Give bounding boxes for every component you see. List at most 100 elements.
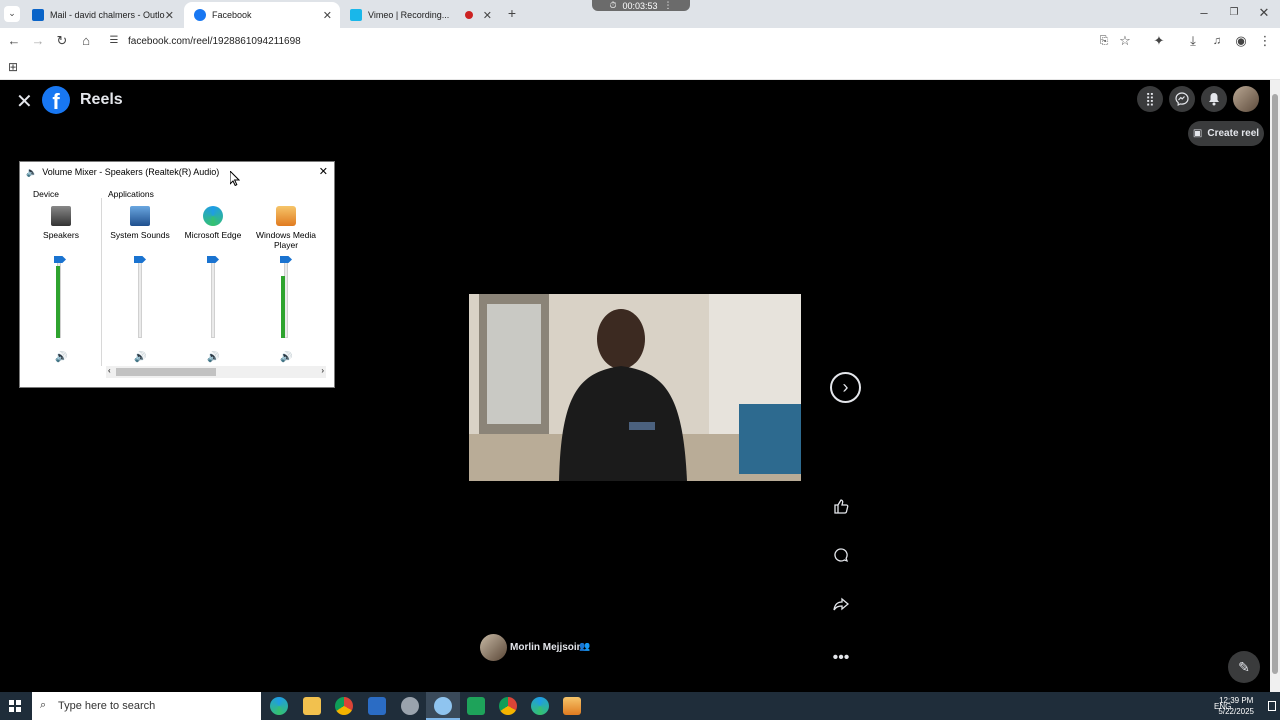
mixer-title: Volume Mixer - Speakers (Realtek(R) Audi… [42, 167, 220, 177]
clock-time: 12:39 PM [1219, 696, 1254, 705]
page-scrollbar[interactable] [1270, 80, 1280, 692]
spreadsheet-app-icon[interactable] [467, 697, 485, 715]
tab-outlook[interactable]: Mail - david chalmers - Outlook ✕ [22, 2, 182, 28]
channel-speakers: Speakers 🔊 [25, 206, 97, 363]
snip-tool-icon[interactable] [434, 697, 452, 715]
apps-grid-icon[interactable]: ⊞ [5, 60, 21, 76]
more-options-icon[interactable]: ••• [827, 644, 855, 672]
bookmarks-bar: ⊞ [0, 56, 1280, 80]
mixer-titlebar[interactable]: 🔈 Volume Mixer - Speakers (Realtek(R) Au… [20, 162, 334, 182]
author-name[interactable]: Morlin Mejjsoin [510, 642, 583, 653]
install-app-icon[interactable]: ⎘ [1096, 34, 1112, 50]
messenger-icon[interactable] [1169, 86, 1195, 112]
store-icon[interactable] [368, 697, 386, 715]
tab-title: Facebook [212, 10, 252, 20]
edge-taskbar-icon[interactable] [270, 697, 288, 715]
start-windows-icon[interactable] [9, 700, 21, 712]
site-info-icon[interactable]: ☰ [106, 34, 122, 50]
close-tab-icon[interactable]: ✕ [323, 9, 332, 22]
facebook-logo-icon[interactable]: f [42, 86, 70, 114]
chrome-taskbar-icon-2[interactable] [499, 697, 517, 715]
cloud-app-icon[interactable] [401, 697, 419, 715]
mute-speaker-icon[interactable]: 🔊 [134, 352, 146, 363]
taskbar-clock[interactable]: 12:39 PM 5/22/2025 [1218, 695, 1254, 717]
device-header: Device [33, 189, 59, 199]
close-window-icon[interactable]: ✕ [1256, 6, 1272, 22]
tab-facebook[interactable]: Facebook ✕ [184, 2, 340, 28]
level-meter [56, 266, 60, 338]
volume-slider-thumb[interactable] [207, 256, 219, 263]
scroll-left-icon[interactable]: ‹ [108, 366, 111, 375]
scroll-right-icon[interactable]: › [321, 366, 324, 375]
mixer-hscrollbar[interactable]: ‹ › [106, 366, 326, 378]
profile-icon[interactable]: ◉ [1233, 34, 1249, 50]
forward-icon[interactable]: → [30, 34, 46, 50]
outlook-icon [32, 9, 44, 21]
comment-icon[interactable] [827, 541, 855, 569]
facebook-icon [194, 9, 206, 21]
reload-icon[interactable]: ↻ [54, 34, 70, 50]
channel-label: System Sounds [110, 230, 170, 240]
menu-grid-icon[interactable]: ⣿ [1137, 86, 1163, 112]
like-icon[interactable] [827, 492, 855, 520]
menu-icon[interactable]: ⋮ [1257, 34, 1273, 50]
system-sounds-icon [130, 206, 150, 226]
mute-speaker-icon[interactable]: 🔊 [207, 352, 219, 363]
create-reel-button[interactable]: ▣ Create reel [1188, 121, 1264, 146]
taskbar-search-box[interactable]: ⌕ Type here to search [32, 692, 261, 720]
notification-center-icon[interactable] [1268, 701, 1276, 711]
close-mixer-icon[interactable]: ✕ [319, 165, 328, 178]
reel-video[interactable] [469, 294, 801, 481]
back-icon[interactable]: ← [6, 34, 22, 50]
media-player-taskbar-icon[interactable] [563, 697, 581, 715]
home-icon[interactable]: ⌂ [78, 34, 94, 50]
author-avatar[interactable] [480, 634, 507, 661]
friends-icon: 👥 [579, 641, 591, 651]
volume-mixer-window[interactable]: 🔈 Volume Mixer - Speakers (Realtek(R) Au… [19, 161, 335, 388]
scrollbar-thumb[interactable] [1272, 94, 1278, 674]
more-icon[interactable]: ⋮ [664, 0, 673, 11]
restore-icon[interactable]: ❐ [1226, 6, 1242, 22]
extensions-icon[interactable]: ✦ [1151, 34, 1167, 50]
recording-time: 00:03:53 [622, 0, 658, 11]
new-tab-icon[interactable]: + [504, 6, 520, 22]
tab-vimeo[interactable]: Vimeo | Recording... ✕ [340, 2, 500, 28]
close-tab-icon[interactable]: ✕ [483, 9, 492, 22]
search-icon: ⌕ [40, 699, 47, 711]
share-icon[interactable] [827, 590, 855, 618]
next-reel-button[interactable]: › [830, 372, 861, 403]
video-frame [469, 294, 801, 481]
volume-slider-track[interactable] [138, 260, 142, 338]
address-bar[interactable]: facebook.com/reel/1928861094211698 [128, 36, 301, 47]
volume-slider-track[interactable] [211, 260, 215, 338]
camera-plus-icon: ▣ [1192, 128, 1203, 139]
mixer-scroll-thumb[interactable] [116, 368, 216, 376]
account-avatar[interactable] [1233, 86, 1259, 112]
edge-taskbar-icon-2[interactable] [531, 697, 549, 715]
mixer-divider [101, 198, 102, 366]
mouse-cursor-icon [229, 169, 241, 191]
close-reels-icon[interactable]: ✕ [16, 89, 33, 114]
vimeo-icon [350, 9, 362, 21]
close-tab-icon[interactable]: ✕ [165, 9, 174, 22]
mute-speaker-icon[interactable]: 🔊 [55, 352, 67, 363]
downloads-icon[interactable]: ⤓ [1185, 34, 1201, 50]
volume-slider-thumb[interactable] [134, 256, 146, 263]
compose-icon[interactable]: ✎ [1228, 651, 1260, 683]
recording-dot-icon [464, 11, 473, 19]
page-title: Reels [80, 91, 123, 108]
bookmark-star-icon[interactable]: ☆ [1117, 34, 1133, 50]
volume-slider-thumb[interactable] [280, 256, 292, 263]
file-explorer-icon[interactable] [303, 697, 321, 715]
volume-slider-thumb[interactable] [54, 256, 66, 263]
channel-system-sounds: System Sounds 🔊 [104, 206, 176, 363]
tab-strip: ⌄ Mail - david chalmers - Outlook ✕ Face… [0, 0, 1280, 28]
chrome-taskbar-icon[interactable] [335, 697, 353, 715]
mute-speaker-icon[interactable]: 🔊 [280, 352, 292, 363]
media-control-icon[interactable]: ♫ [1209, 34, 1225, 50]
tab-title: Mail - david chalmers - Outlook [50, 10, 165, 20]
minimize-icon[interactable]: – [1196, 6, 1212, 22]
notifications-icon[interactable] [1201, 86, 1227, 112]
tab-search-icon[interactable]: ⌄ [4, 6, 20, 22]
channel-microsoft-edge: Microsoft Edge 🔊 [177, 206, 249, 363]
